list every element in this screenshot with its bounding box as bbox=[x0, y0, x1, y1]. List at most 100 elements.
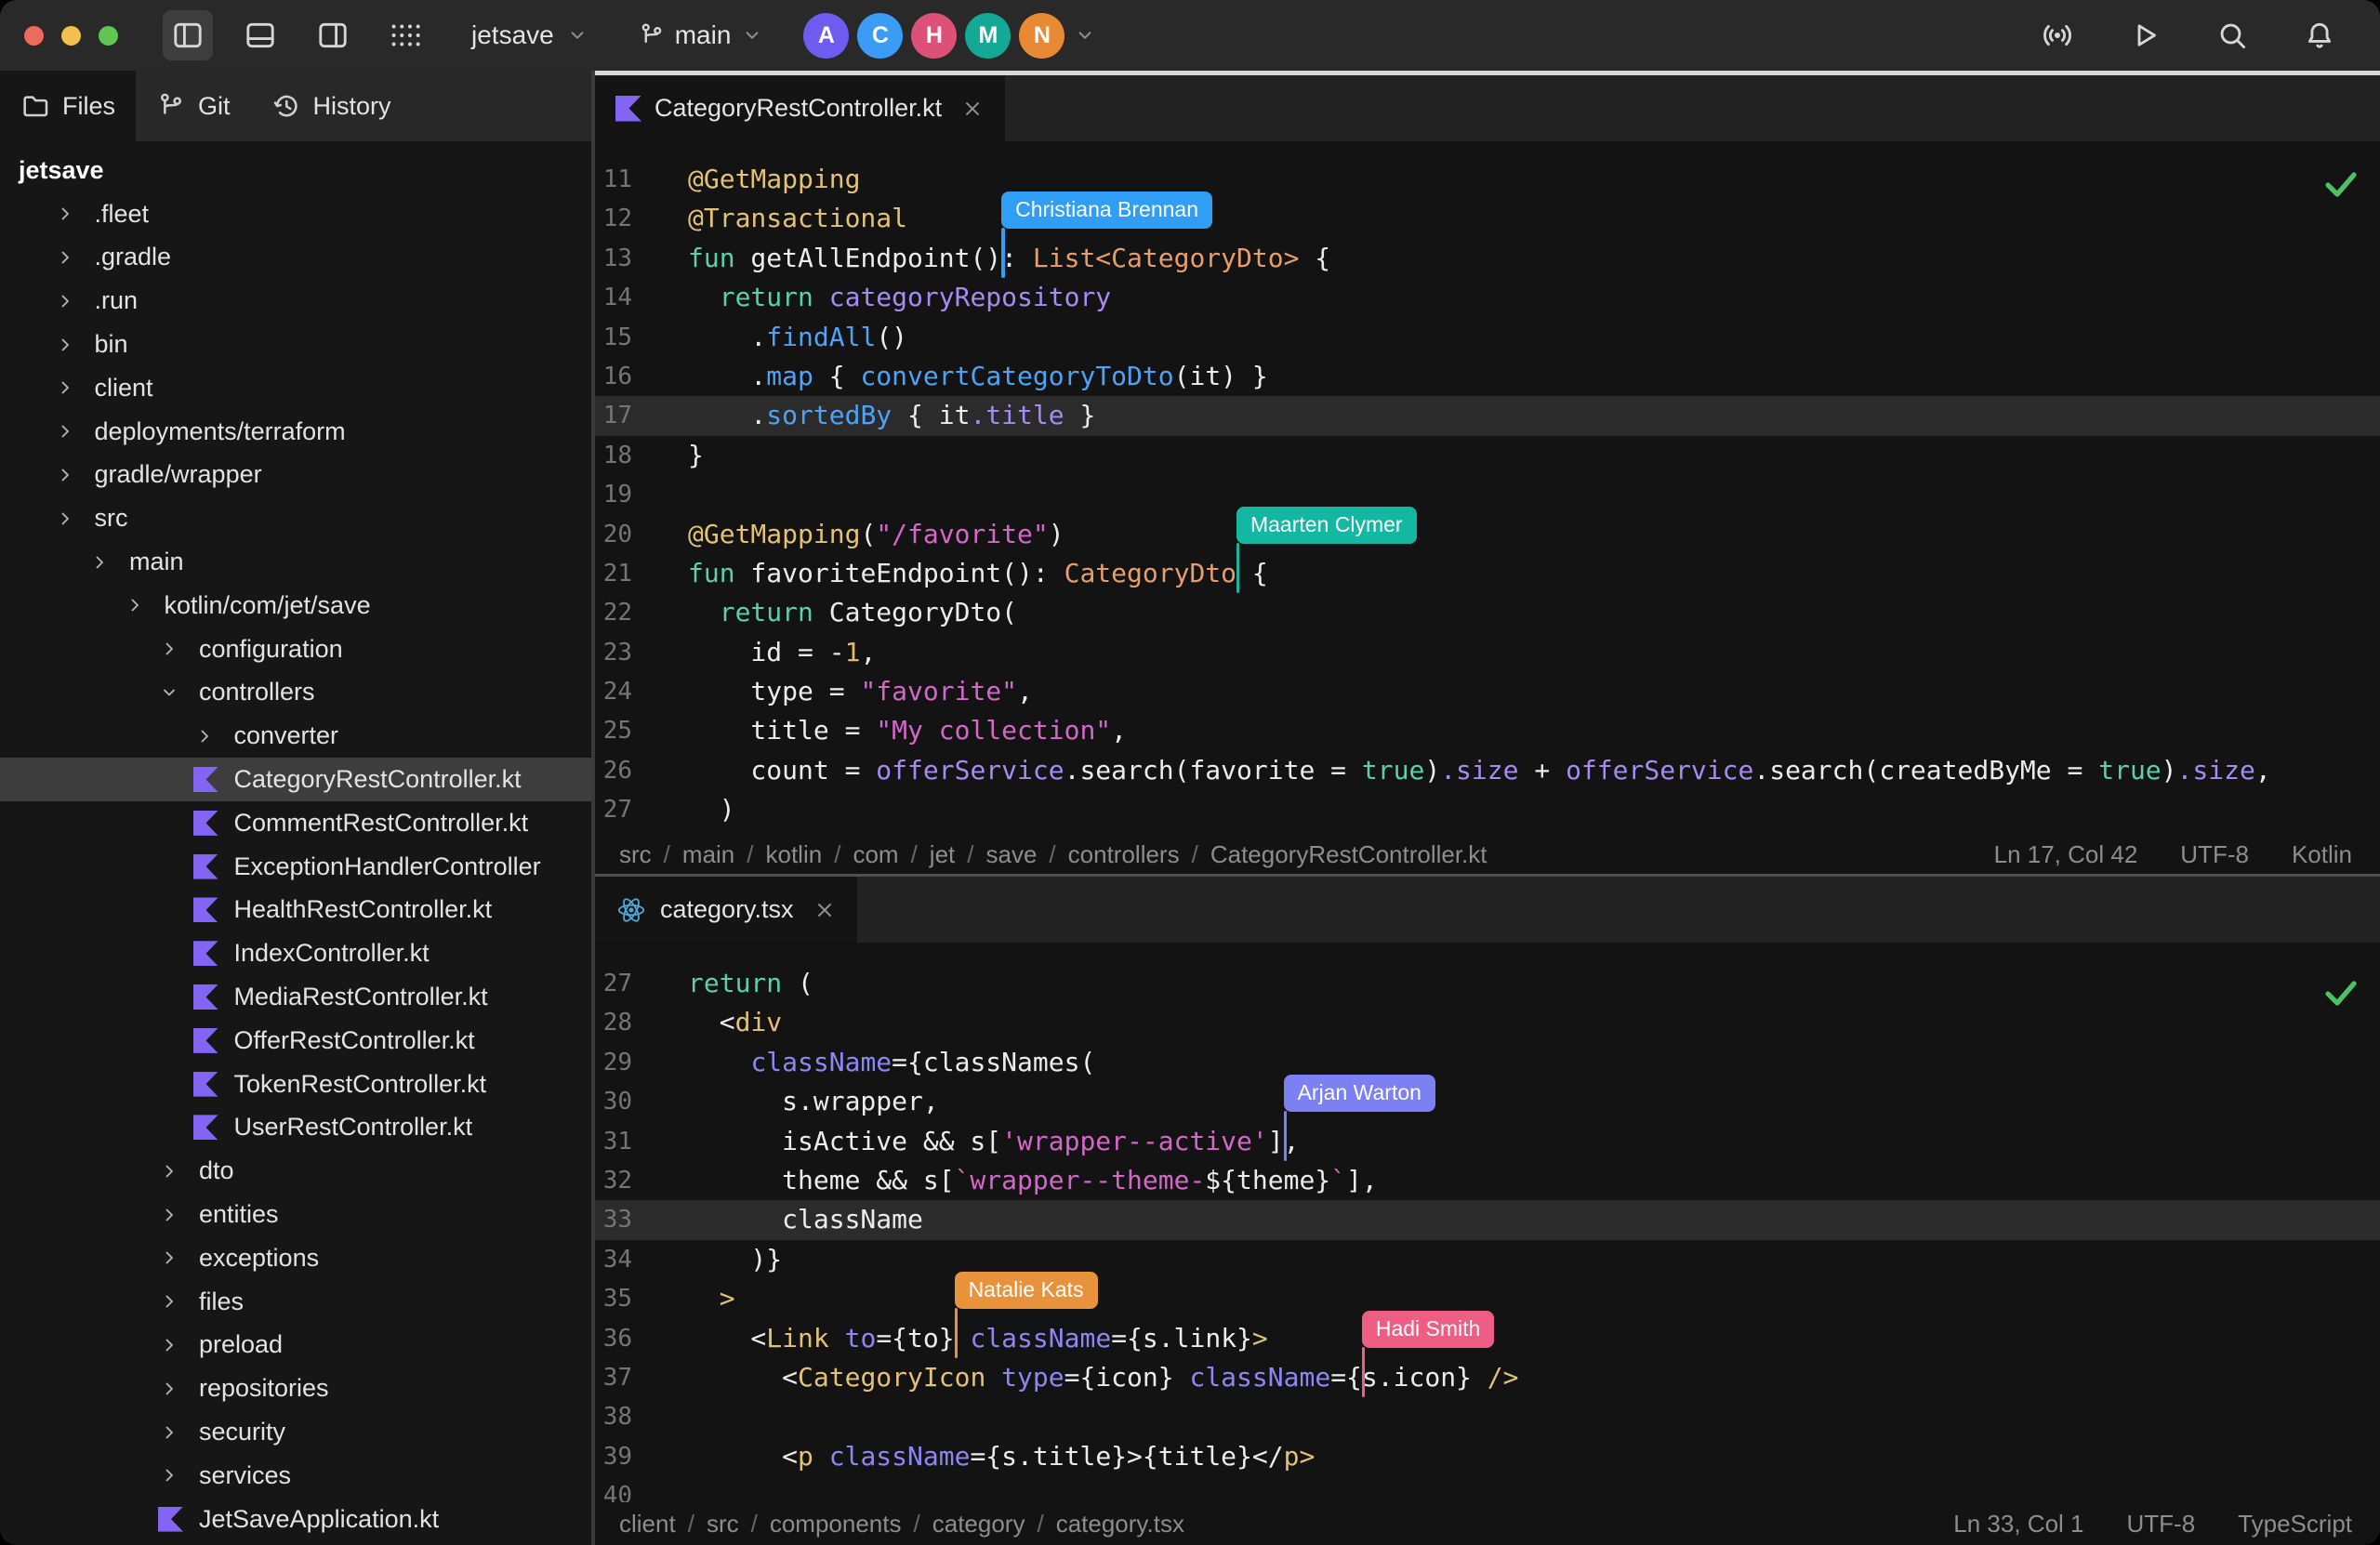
tree-item-deployments-terraform[interactable]: deployments/terraform bbox=[0, 410, 591, 454]
code-line-15[interactable]: 15 .findAll() bbox=[595, 318, 2380, 357]
code-line-31[interactable]: 31 isActive && s['wrapper--active'], bbox=[595, 1122, 2380, 1161]
tree-item-src[interactable]: src bbox=[0, 496, 591, 540]
tree-item-repositories[interactable]: repositories bbox=[0, 1367, 591, 1410]
code-line-32[interactable]: 32 theme && s[`wrapper--theme-${theme}`]… bbox=[595, 1161, 2380, 1200]
run-button[interactable] bbox=[2120, 10, 2170, 60]
sidebar-tab-files[interactable]: Files bbox=[0, 71, 136, 141]
breadcrumb-item[interactable]: save bbox=[986, 840, 1038, 869]
tree-item-jetsaveapplication-kt[interactable]: JetSaveApplication.kt bbox=[0, 1498, 591, 1541]
tree-item-main[interactable]: main bbox=[0, 540, 591, 584]
tree-item-userrestcontroller-kt[interactable]: UserRestController.kt bbox=[0, 1106, 591, 1150]
code-line-25[interactable]: 25 title = "My collection", bbox=[595, 711, 2380, 750]
tree-item-preload[interactable]: preload bbox=[0, 1324, 591, 1367]
notifications-button[interactable] bbox=[2294, 10, 2345, 60]
tree-item-exceptions[interactable]: exceptions bbox=[0, 1236, 591, 1280]
tree-item-services[interactable]: services bbox=[0, 1454, 591, 1498]
tree-item-healthrestcontroller-kt[interactable]: HealthRestController.kt bbox=[0, 889, 591, 932]
tree-item-kotlin-com-jet-save[interactable]: kotlin/com/jet/save bbox=[0, 584, 591, 627]
tree-item-commentrestcontroller-kt[interactable]: CommentRestController.kt bbox=[0, 801, 591, 845]
sidebar-tab-git[interactable]: Git bbox=[136, 71, 251, 141]
tree-item-exceptionhandlercontroller[interactable]: ExceptionHandlerController bbox=[0, 845, 591, 889]
code-editor-category-tsx[interactable]: 27return (28 <div29 className={className… bbox=[595, 943, 2380, 1502]
breadcrumb-item[interactable]: main bbox=[682, 840, 734, 869]
tree-item--fleet[interactable]: .fleet bbox=[0, 192, 591, 236]
breadcrumb-item[interactable]: components bbox=[770, 1510, 902, 1538]
editor-tab-category-tsx[interactable]: category.tsx bbox=[595, 877, 857, 943]
breadcrumb-item[interactable]: src bbox=[619, 840, 652, 869]
code-line-19[interactable]: 19 bbox=[595, 475, 2380, 514]
breadcrumb-item[interactable]: com bbox=[853, 840, 898, 869]
tree-item-categoryrestcontroller-kt[interactable]: CategoryRestController.kt bbox=[0, 758, 591, 801]
workspace-grid-button[interactable] bbox=[380, 9, 432, 61]
tree-item-entities[interactable]: entities bbox=[0, 1193, 591, 1236]
code-line-30[interactable]: 30 s.wrapper, bbox=[595, 1082, 2380, 1121]
tree-item-converter[interactable]: converter bbox=[0, 714, 591, 758]
tree-item-configuration[interactable]: configuration bbox=[0, 627, 591, 671]
breadcrumb-item[interactable]: category.tsx bbox=[1056, 1510, 1184, 1538]
code-line-38[interactable]: 38 bbox=[595, 1397, 2380, 1436]
broadcast-button[interactable] bbox=[2032, 10, 2082, 60]
tree-root-jetsave[interactable]: jetsave bbox=[0, 149, 591, 192]
code-line-27[interactable]: 27 ) bbox=[595, 790, 2380, 829]
tree-item-controllers[interactable]: controllers bbox=[0, 671, 591, 715]
tree-item--gradle[interactable]: .gradle bbox=[0, 236, 591, 280]
code-line-28[interactable]: 28 <div bbox=[595, 1003, 2380, 1042]
minimize-window-button[interactable] bbox=[61, 26, 81, 46]
code-line-39[interactable]: 39 <p className={s.title}>{title}</p> bbox=[595, 1437, 2380, 1476]
code-line-26[interactable]: 26 count = offerService.search(favorite … bbox=[595, 751, 2380, 790]
code-line-11[interactable]: 11@GetMapping bbox=[595, 160, 2380, 199]
code-line-16[interactable]: 16 .map { convertCategoryToDto(it) } bbox=[595, 357, 2380, 396]
code-line-18[interactable]: 18} bbox=[595, 436, 2380, 475]
tree-item-security[interactable]: security bbox=[0, 1410, 591, 1454]
code-line-37[interactable]: 37 <CategoryIcon type={icon} className={… bbox=[595, 1358, 2380, 1397]
branch-selector[interactable]: main bbox=[638, 20, 765, 50]
tree-item-indexcontroller-kt[interactable]: IndexController.kt bbox=[0, 931, 591, 975]
code-line-34[interactable]: 34 )} bbox=[595, 1240, 2380, 1279]
breadcrumb-item[interactable]: category bbox=[932, 1510, 1025, 1538]
breadcrumb-item[interactable]: controllers bbox=[1068, 840, 1180, 869]
close-tab-button[interactable] bbox=[813, 898, 837, 922]
code-line-22[interactable]: 22 return CategoryDto( bbox=[595, 593, 2380, 632]
avatar-h[interactable]: H bbox=[911, 13, 957, 59]
panel-left-toggle[interactable] bbox=[163, 10, 213, 60]
editor-tab-categoryrestcontroller-kt[interactable]: CategoryRestController.kt bbox=[595, 75, 1005, 141]
sidebar-tab-history[interactable]: History bbox=[251, 71, 412, 141]
code-line-33[interactable]: 33 className bbox=[595, 1200, 2380, 1239]
avatar-c[interactable]: C bbox=[857, 13, 903, 59]
code-line-29[interactable]: 29 className={classNames( bbox=[595, 1043, 2380, 1082]
code-line-14[interactable]: 14 return categoryRepository bbox=[595, 278, 2380, 317]
close-window-button[interactable] bbox=[24, 26, 44, 46]
close-tab-button[interactable] bbox=[960, 97, 985, 121]
search-button[interactable] bbox=[2207, 10, 2257, 60]
breadcrumb-item[interactable]: kotlin bbox=[766, 840, 823, 869]
code-line-12[interactable]: 12@Transactional bbox=[595, 199, 2380, 238]
breadcrumb-item[interactable]: jet bbox=[930, 840, 955, 869]
breadcrumb-item[interactable]: src bbox=[707, 1510, 739, 1538]
panel-right-toggle[interactable] bbox=[308, 10, 358, 60]
file-language[interactable]: Kotlin bbox=[2292, 840, 2352, 869]
code-editor-categoryrestcontroller-kt[interactable]: 11@GetMapping12@Transactional13fun getAl… bbox=[595, 141, 2380, 835]
file-language[interactable]: TypeScript bbox=[2238, 1510, 2352, 1538]
avatar-a[interactable]: A bbox=[803, 13, 849, 59]
code-line-23[interactable]: 23 id = -1, bbox=[595, 633, 2380, 672]
breadcrumb-item[interactable]: client bbox=[619, 1510, 676, 1538]
file-encoding[interactable]: UTF-8 bbox=[2127, 1510, 2196, 1538]
caret-position[interactable]: Ln 17, Col 42 bbox=[1994, 840, 2138, 869]
avatars-expand-button[interactable] bbox=[1073, 23, 1097, 47]
project-selector[interactable]: jetsave bbox=[471, 20, 589, 50]
code-line-20[interactable]: 20@GetMapping("/favorite") bbox=[595, 515, 2380, 554]
code-line-17[interactable]: 17 .sortedBy { it.title } bbox=[595, 396, 2380, 435]
tree-item-mediarestcontroller-kt[interactable]: MediaRestController.kt bbox=[0, 975, 591, 1019]
tree-item-tokenrestcontroller-kt[interactable]: TokenRestController.kt bbox=[0, 1063, 591, 1106]
avatar-n[interactable]: N bbox=[1019, 13, 1064, 59]
file-encoding[interactable]: UTF-8 bbox=[2180, 840, 2249, 869]
breadcrumb-item[interactable]: CategoryRestController.kt bbox=[1210, 840, 1488, 869]
caret-position[interactable]: Ln 33, Col 1 bbox=[1953, 1510, 2083, 1538]
tree-item-files[interactable]: files bbox=[0, 1280, 591, 1324]
tree-item-gradle-wrapper[interactable]: gradle/wrapper bbox=[0, 454, 591, 497]
maximize-window-button[interactable] bbox=[99, 26, 118, 46]
code-line-40[interactable]: 40 bbox=[595, 1476, 2380, 1502]
tree-item-bin[interactable]: bin bbox=[0, 323, 591, 366]
code-line-13[interactable]: 13fun getAllEndpoint(): List<CategoryDto… bbox=[595, 239, 2380, 278]
code-line-27[interactable]: 27return ( bbox=[595, 964, 2380, 1003]
